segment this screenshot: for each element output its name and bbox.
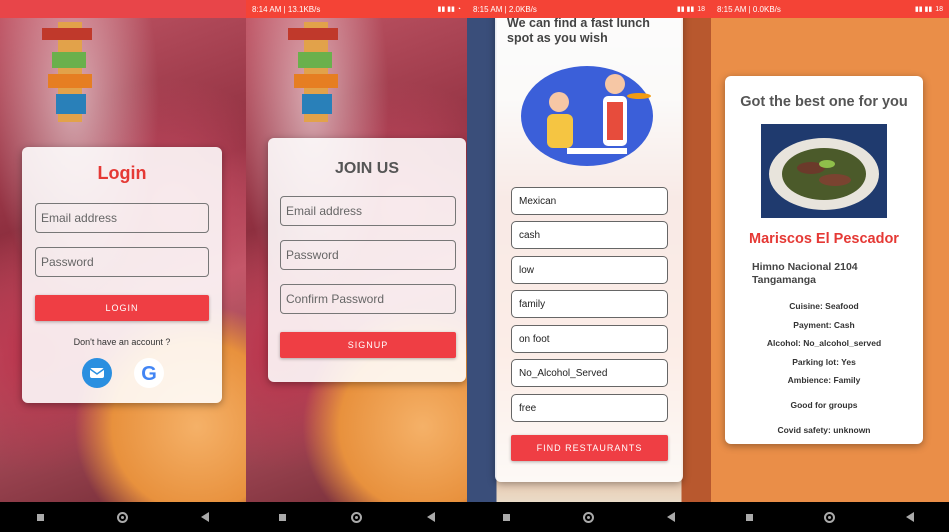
email-field[interactable]: Email address [35,203,209,233]
find-restaurants-button[interactable]: FIND RESTAURANTS [511,435,668,461]
payment-select[interactable]: cash [511,221,668,249]
status-bar: 8:14 AM | 13.1KB/s ▮▮ ▮▮ ◔ [246,0,467,18]
password-field[interactable]: Password [280,240,456,270]
paris-tower-illustration [288,22,338,122]
signup-button[interactable]: SIGNUP [280,332,456,358]
home-icon[interactable] [350,511,362,523]
login-button[interactable]: LOGIN [35,295,209,321]
home-icon[interactable] [823,511,835,523]
password-field[interactable]: Password [35,247,209,277]
login-screen: Login Email address Password LOGIN Don't… [0,0,246,532]
restaurant-name: Mariscos El Pescador [749,231,899,247]
status-bar [0,0,246,18]
battery-level: 18 [935,5,943,13]
signup-title: JOIN US [334,160,399,177]
confirm-password-field[interactable]: Confirm Password [280,284,456,314]
covid-info: Covid safety: unknown [777,425,871,435]
status-bar: 8:15 AM | 2.0KB/s ▮▮ ▮▮ 18 [467,0,711,18]
parking-info: Parking lot: Yes [792,357,856,367]
back-icon[interactable] [201,512,210,522]
recents-icon[interactable] [746,513,754,521]
status-bar: 8:15 AM | 0.0KB/s ▮▮ ▮▮ 18 [711,0,949,18]
alcohol-select[interactable]: No_Alcohol_Served [511,359,668,387]
nav-bar [246,502,467,532]
ambience-select[interactable]: family [511,290,668,318]
result-heading: Got the best one for you [740,94,908,110]
login-card: Login Email address Password LOGIN Don't… [22,147,222,403]
payment-info: Payment: Cash [793,320,855,330]
recents-icon[interactable] [503,513,511,521]
cuisine-select[interactable]: Mexican [511,187,668,215]
nav-bar [467,502,711,532]
ambience-info: Ambience: Family [787,375,861,385]
parking-select[interactable]: free [511,394,668,422]
status-time: 8:15 AM | 2.0KB/s [473,4,537,14]
price-select[interactable]: low [511,256,668,284]
status-icons: ▮▮ ▮▮ ◔ [437,6,461,13]
back-icon[interactable] [426,512,435,522]
email-field[interactable]: Email address [280,196,456,226]
home-icon[interactable] [116,511,128,523]
login-title: Login [97,163,147,183]
status-time: 8:15 AM | 0.0KB/s [717,4,781,14]
nav-bar [0,502,246,532]
battery-level: 18 [697,5,705,13]
google-icon[interactable]: G [134,358,164,388]
no-account-text[interactable]: Don't have an account ? [22,337,222,347]
finder-screen: We can find a fast lunch spot as you wis… [467,0,711,532]
recents-icon[interactable] [278,513,286,521]
alcohol-info: Alcohol: No_alcohol_served [766,338,882,348]
nav-bar [711,502,949,532]
svg-text:G: G [141,363,157,385]
paris-tower-illustration [42,22,92,122]
back-icon[interactable] [905,512,914,522]
restaurant-address: Himno Nacional 2104 Tangamanga [752,261,858,286]
finder-heading: We can find a fast lunch spot as you wis… [507,16,650,45]
transport-select[interactable]: on foot [511,325,668,353]
recents-icon[interactable] [36,513,44,521]
groups-info: Good for groups [790,400,858,410]
result-card: Got the best one for you Mariscos El Pes… [725,76,923,444]
signup-card: JOIN US Email address Password Confirm P… [268,138,466,382]
status-icons: ▮▮ ▮▮ 18 [676,5,705,14]
result-screen: 8:15 AM | 0.0KB/s ▮▮ ▮▮ 18 Got the best … [711,0,949,532]
cuisine-info: Cuisine: Seafood [789,301,859,311]
status-time: 8:14 AM | 13.1KB/s [252,4,321,14]
waiter-illustration [521,66,653,166]
signup-screen: 8:14 AM | 13.1KB/s ▮▮ ▮▮ ◔ JOIN US Email… [246,0,467,532]
finder-card: We can find a fast lunch spot as you wis… [495,0,683,482]
home-icon[interactable] [582,511,594,523]
restaurant-photo [761,124,887,218]
email-app-icon[interactable] [82,358,112,388]
back-icon[interactable] [666,512,675,522]
status-icons: ▮▮ ▮▮ 18 [914,5,943,14]
